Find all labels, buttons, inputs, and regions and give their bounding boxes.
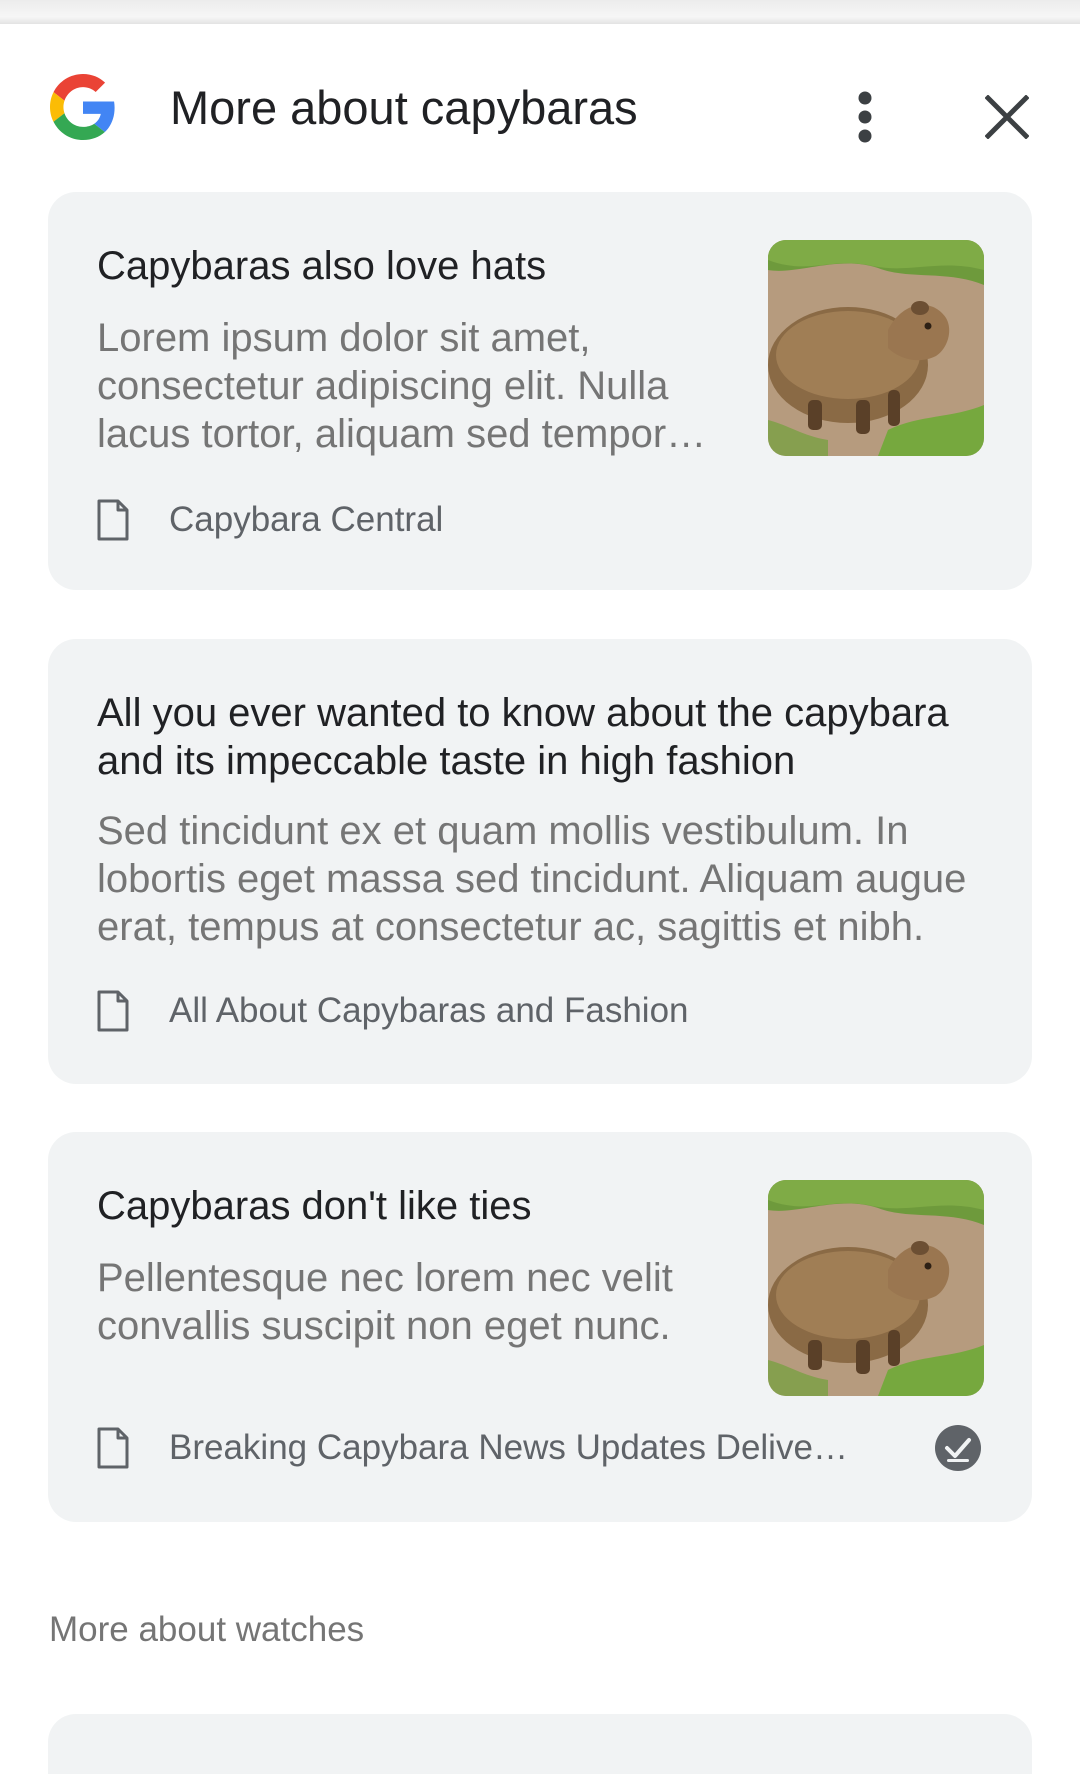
suggestion-card[interactable]: Capybaras don't like ties Pellentesque n… [48,1132,1032,1522]
card-title: Capybaras don't like ties [97,1184,532,1228]
bottom-sheet: More about capybaras Capybaras also love… [0,24,1080,1774]
card-title: Capybaras also love hats [97,244,547,288]
sheet-header: More about capybaras [0,24,1080,194]
document-icon [97,499,129,541]
status-bar-shadow [0,0,1080,25]
source-name: Capybara Central [169,500,444,539]
close-button[interactable] [972,82,1042,152]
capybara-thumbnail [768,1180,984,1396]
suggestion-card[interactable]: Capybaras also love hats Lorem ipsum dol… [48,192,1032,590]
document-icon [97,990,129,1032]
close-icon [985,95,1029,139]
document-icon [97,1427,129,1469]
source-name: All About Capybaras and Fashion [169,991,689,1030]
more-options-button[interactable] [835,82,895,152]
card-source: Breaking Capybara News Updates Delivered… [97,1426,857,1470]
suggestion-card[interactable]: All you ever wanted to know about the ca… [48,639,1032,1084]
google-g-icon [50,74,115,140]
suggestion-card-partial[interactable] [48,1714,1032,1774]
card-title: All you ever wanted to know about the ca… [97,691,949,783]
sheet-title: More about capybaras [170,81,638,134]
more-vert-icon [858,91,872,143]
card-snippet: Lorem ipsum dolor sit amet, consectetur … [97,316,669,456]
source-name: Breaking Capybara News Updates Delivered… [169,1428,857,1467]
capybara-thumbnail [768,240,984,456]
card-snippet: Sed tincidunt ex et quam mollis vestibul… [97,809,967,949]
card-source: Capybara Central [97,498,797,542]
card-source: All About Capybaras and Fashion [97,989,977,1033]
card-snippet: Pellentesque nec lorem nec velit convall… [97,1256,673,1348]
section-heading: More about watches [49,1610,365,1649]
check-circle-icon [935,1425,981,1471]
